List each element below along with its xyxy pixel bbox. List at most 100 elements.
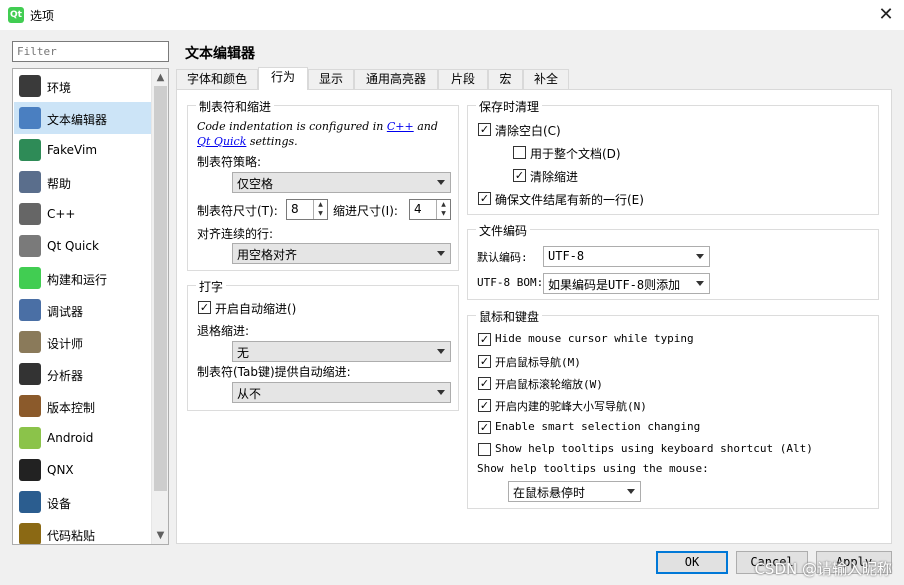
sidebar-item[interactable]: 帮助 — [14, 166, 151, 198]
chevron-down-icon — [437, 180, 445, 185]
auto-indent-checkbox[interactable]: ✓ — [198, 301, 211, 314]
window-title: 选项 — [30, 9, 55, 23]
tab-behavior[interactable]: 行为 — [258, 67, 308, 90]
monitor-icon — [19, 75, 41, 97]
tab-key-select[interactable]: 从不 — [232, 382, 451, 403]
indent-info-2: Qt Quick settings. — [197, 135, 298, 148]
spin-buttons[interactable]: ▲ ▼ — [313, 200, 327, 219]
sidebar-item[interactable]: QNX — [14, 454, 151, 486]
build-run-icon — [19, 267, 41, 289]
mouse-keyboard-group: 鼠标和键盘 ✓ Hide mouse cursor while typing ✓ 开启… — [467, 308, 879, 509]
sidebar-item[interactable]: 设计师 — [14, 326, 151, 358]
sidebar-item[interactable]: 代码粘贴 — [14, 518, 151, 544]
align-select[interactable]: 用空格对齐 — [232, 243, 451, 264]
mouse-option-checkbox[interactable] — [478, 443, 491, 456]
chevron-down-icon — [437, 349, 445, 354]
tab-completion[interactable]: 补全 — [523, 69, 569, 89]
sidebar-item[interactable]: 调试器 — [14, 294, 151, 326]
sidebar-item-label: QNX — [47, 463, 74, 477]
watermark: CSDN @请输入昵称 — [754, 560, 892, 578]
indent-size-spinbox[interactable]: 4 ▲ ▼ — [409, 199, 451, 220]
help-icon — [19, 171, 41, 193]
filter-input[interactable] — [12, 41, 169, 62]
mouse-option-label: 开启内建的驼峰大小写导航(N) — [495, 400, 647, 413]
sidebar-item[interactable]: 文本编辑器 — [14, 102, 151, 134]
tab-key-label: 制表符(Tab键)提供自动缩进: — [197, 365, 351, 379]
bom-label: UTF-8 BOM: — [477, 276, 544, 289]
mouse-option-checkbox[interactable]: ✓ — [478, 333, 491, 346]
bom-select[interactable]: 如果编码是UTF-8则添加 — [543, 273, 710, 294]
tab-font-colors[interactable]: 字体和颜色 — [176, 69, 258, 89]
android-icon — [19, 427, 41, 449]
sidebar-item[interactable]: 设备 — [14, 486, 151, 518]
mouse-option-label: Show help tooltips using keyboard shortc… — [495, 442, 813, 455]
spin-buttons[interactable]: ▲ ▼ — [436, 200, 450, 219]
ok-button[interactable]: OK — [656, 551, 728, 574]
text-editor-icon — [19, 107, 41, 129]
sidebar-item[interactable]: 环境 — [14, 70, 151, 102]
default-encoding-label: 默认编码: — [477, 251, 528, 264]
mouse-option-checkbox[interactable]: ✓ — [478, 421, 491, 434]
sidebar-item-label: FakeVim — [47, 143, 98, 157]
mouse-option-checkbox[interactable]: ✓ — [478, 399, 491, 412]
sidebar-item-label: C++ — [47, 207, 76, 221]
page-title: 文本编辑器 — [185, 46, 255, 62]
clean-indent-label: 清除缩进 — [530, 170, 579, 184]
sidebar-item-label: 构建和运行 — [47, 273, 108, 287]
sidebar-scrollbar[interactable]: ▲ ▼ — [151, 69, 168, 544]
sidebar-item-label: 帮助 — [47, 177, 72, 191]
scroll-up-icon[interactable]: ▲ — [152, 69, 168, 86]
typing-group: 打字 ✓ 开启自动缩进() 退格缩进: 无 制表符(Tab键)提供自动缩进: 从… — [187, 278, 459, 411]
sidebar-item[interactable]: C++ — [14, 198, 151, 230]
backspace-select[interactable]: 无 — [232, 341, 451, 362]
fakevim-icon — [19, 139, 41, 161]
braces-icon — [19, 203, 41, 225]
sidebar-item[interactable]: 构建和运行 — [14, 262, 151, 294]
cpp-settings-link[interactable]: C++ — [387, 120, 414, 133]
title-bar: Qt 选项 ✕ — [0, 0, 904, 30]
cleanup-group: 保存时清理 ✓ 清除空白(C) 用于整个文档(D) ✓ 清除缩进 ✓ 确保文件结… — [467, 98, 879, 215]
scroll-thumb[interactable] — [154, 86, 167, 491]
scroll-down-icon[interactable]: ▼ — [152, 527, 168, 544]
device-icon — [19, 491, 41, 513]
version-control-icon — [19, 395, 41, 417]
chevron-down-icon — [696, 254, 704, 259]
chevron-down-icon — [627, 489, 635, 494]
backspace-label: 退格缩进: — [197, 324, 250, 338]
tab-snippets[interactable]: 片段 — [438, 69, 488, 89]
sidebar-item[interactable]: 版本控制 — [14, 390, 151, 422]
whole-document-checkbox[interactable] — [513, 146, 526, 159]
mouse-option-checkbox[interactable]: ✓ — [478, 377, 491, 390]
sidebar-item-label: 调试器 — [47, 305, 84, 319]
tab-policy-select[interactable]: 仅空格 — [232, 172, 451, 193]
paste-icon — [19, 523, 41, 544]
tab-size-spinbox[interactable]: 8 ▲ ▼ — [286, 199, 328, 220]
mouse-option-label: 开启鼠标导航(M) — [495, 356, 581, 369]
align-label: 对齐连续的行: — [197, 227, 274, 241]
sidebar-item[interactable]: FakeVim — [14, 134, 151, 166]
sidebar-item[interactable]: 分析器 — [14, 358, 151, 390]
chevron-down-icon — [437, 251, 445, 256]
group-title: 文件编码 — [476, 222, 531, 239]
sidebar-item[interactable]: Qt Quick — [14, 230, 151, 262]
sidebar-item-label: 分析器 — [47, 369, 84, 383]
mouse-option-checkbox[interactable]: ✓ — [478, 355, 491, 368]
sidebar-item[interactable]: Android — [14, 422, 151, 454]
sidebar-item-label: 设备 — [47, 497, 72, 511]
clean-whitespace-checkbox[interactable]: ✓ — [478, 123, 491, 136]
tab-display[interactable]: 显示 — [308, 69, 354, 89]
sidebar-item-label: 设计师 — [47, 337, 84, 351]
sidebar-item-label: Android — [47, 431, 94, 445]
qtquick-settings-link[interactable]: Qt Quick — [197, 135, 246, 148]
tab-generic-highlighter[interactable]: 通用高亮器 — [354, 69, 438, 89]
clean-indent-checkbox[interactable]: ✓ — [513, 169, 526, 182]
mouse-option-label: 开启鼠标滚轮缩放(W) — [495, 378, 603, 391]
ensure-newline-checkbox[interactable]: ✓ — [478, 192, 491, 205]
tooltip-mouse-select[interactable]: 在鼠标悬停时 — [508, 481, 641, 502]
qtquick-icon — [19, 235, 41, 257]
sidebar-item-label: 版本控制 — [47, 401, 96, 415]
default-encoding-select[interactable]: UTF-8 — [543, 246, 710, 267]
tab-macros[interactable]: 宏 — [488, 69, 523, 89]
sidebar: 环境 文本编辑器 FakeVim 帮助 C++ Qt Quick 构建和运行调试器设计师分析… — [12, 68, 169, 545]
close-icon[interactable]: ✕ — [874, 3, 898, 27]
